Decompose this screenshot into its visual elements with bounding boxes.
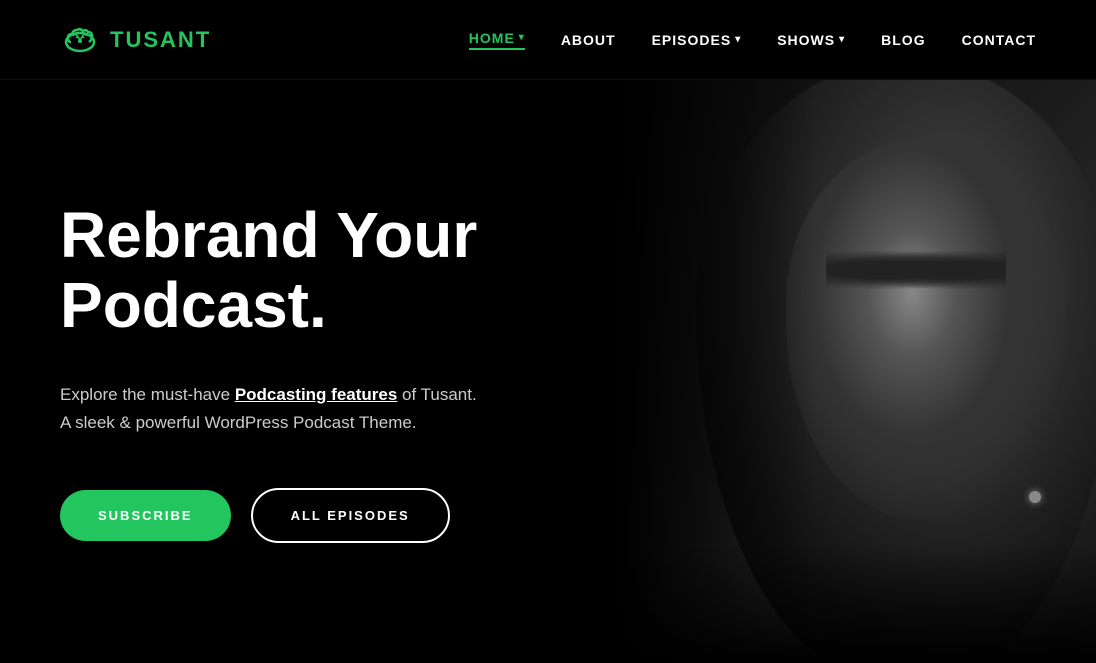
hero-section: Rebrand Your Podcast. Explore the must-h…: [0, 80, 1096, 663]
brand-name: TUSANT: [110, 27, 211, 53]
nav-blog[interactable]: BLOG: [881, 32, 925, 48]
portrait-face-highlight: [786, 140, 1066, 520]
logo-link[interactable]: TUSANT: [60, 20, 211, 60]
nav-about[interactable]: ABOUT: [561, 32, 616, 48]
site-header: TUSANT HOME ▾ ABOUT EPISODES ▾ SHOWS ▾ B…: [0, 0, 1096, 80]
podcasting-features-link[interactable]: Podcasting features: [235, 385, 398, 404]
hero-description: Explore the must-have Podcasting feature…: [60, 381, 640, 439]
nav-home[interactable]: HOME ▾: [469, 30, 525, 50]
hero-content: Rebrand Your Podcast. Explore the must-h…: [0, 200, 700, 544]
chevron-down-icon: ▾: [735, 34, 741, 45]
nav-episodes[interactable]: EPISODES ▾: [652, 32, 742, 48]
logo-icon: [60, 20, 100, 60]
nav-shows[interactable]: SHOWS ▾: [777, 32, 845, 48]
subscribe-button[interactable]: SUBSCRIBE: [60, 490, 231, 541]
nav-contact[interactable]: CONTACT: [962, 32, 1036, 48]
chevron-down-icon: ▾: [519, 32, 525, 43]
portrait-eyes: [826, 250, 1006, 290]
portrait-earring: [1029, 491, 1041, 503]
all-episodes-button[interactable]: ALL EPISODES: [251, 488, 450, 543]
hero-title: Rebrand Your Podcast.: [60, 200, 640, 341]
hero-buttons: SUBSCRIBE ALL EPISODES: [60, 488, 640, 543]
main-nav: HOME ▾ ABOUT EPISODES ▾ SHOWS ▾ BLOG CON…: [469, 30, 1036, 50]
chevron-down-icon: ▾: [839, 34, 845, 45]
